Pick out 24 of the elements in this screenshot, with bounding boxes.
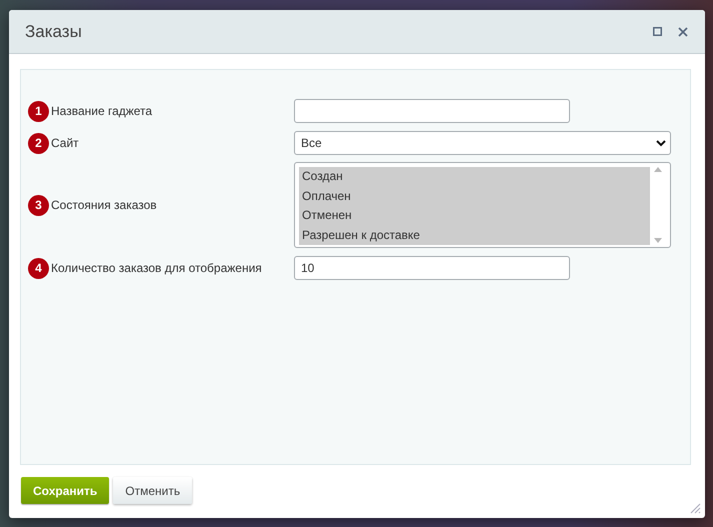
- list-option[interactable]: Создан: [299, 167, 650, 186]
- input-field[interactable]: [294, 99, 570, 123]
- site-dropdown[interactable]: Все: [294, 131, 671, 155]
- list-option[interactable]: Разрешен к доставке: [299, 226, 650, 245]
- resize-grip-icon[interactable]: [689, 502, 701, 514]
- field-label: Количество заказов для отображения: [51, 260, 262, 277]
- list-option[interactable]: Отменен: [299, 206, 650, 226]
- chevron-down-icon: [656, 140, 666, 146]
- input-field[interactable]: 10: [294, 256, 570, 280]
- number-badge: 1: [28, 100, 49, 122]
- field-label: Сайт: [51, 135, 79, 152]
- close-icon: [678, 26, 688, 36]
- number-badge: 4: [28, 258, 49, 278]
- number-badge: 3: [28, 194, 49, 216]
- list-option[interactable]: Оплачен: [299, 186, 650, 206]
- status-listbox[interactable]: Создан Оплачен Отменен Разрешен к доставке: [294, 162, 671, 248]
- field-label: Название гаджета: [51, 103, 152, 120]
- scroll-down-icon[interactable]: [654, 238, 662, 243]
- field-label: Состояния заказов: [51, 197, 157, 214]
- dialog-title: Заказы: [25, 20, 82, 43]
- number-badge: 2: [28, 132, 49, 154]
- maximize-icon: [652, 27, 662, 36]
- cancel-button[interactable]: Отменить: [113, 477, 192, 504]
- scroll-up-icon[interactable]: [654, 167, 662, 172]
